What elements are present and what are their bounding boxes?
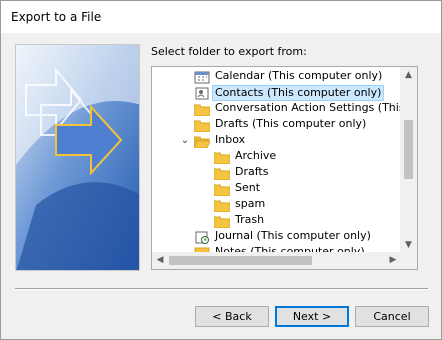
calendar-icon <box>194 71 210 84</box>
tree-row-archive[interactable]: Archive <box>152 149 401 165</box>
tree-label: Calendar (This computer only) <box>215 69 383 82</box>
export-dialog: Export to a File Select folder to export… <box>0 0 442 340</box>
folder-icon <box>214 216 230 228</box>
cancel-button[interactable]: Cancel <box>355 306 429 327</box>
back-button[interactable]: < Back <box>195 306 269 327</box>
scroll-down-icon[interactable]: ▼ <box>400 237 417 253</box>
scroll-right-icon[interactable]: ▶ <box>385 252 401 269</box>
tree-label: Inbox <box>215 133 246 146</box>
tree-label: Drafts <box>235 165 269 178</box>
vertical-scroll-thumb[interactable] <box>404 120 413 179</box>
tree-row-contacts[interactable]: Contacts (This computer only) <box>152 85 401 101</box>
tree-row-trash[interactable]: Trash <box>152 213 401 229</box>
tree-label: Drafts (This computer only) <box>215 117 367 130</box>
horizontal-scrollbar[interactable]: ◀ ▶ <box>152 252 401 269</box>
tree-row-spam[interactable]: spam <box>152 197 401 213</box>
folder-icon <box>214 200 230 212</box>
tree-row-sent[interactable]: Sent <box>152 181 401 197</box>
window-title: Export to a File <box>11 10 102 24</box>
tree-label: spam <box>235 197 266 210</box>
tree-label: Trash <box>235 213 265 226</box>
tree-label: Conversation Action Settings (This c <box>215 101 401 114</box>
folder-prompt: Select folder to export from: <box>151 45 307 58</box>
folder-icon <box>194 120 210 132</box>
next-button[interactable]: Next > <box>275 306 349 327</box>
scroll-left-icon[interactable]: ◀ <box>152 252 168 269</box>
folder-open-icon <box>194 136 210 148</box>
tree-row-calendar[interactable]: Calendar (This computer only) <box>152 69 401 85</box>
tree-label: Sent <box>235 181 261 194</box>
journal-icon <box>195 231 209 244</box>
footer-divider-highlight <box>15 289 428 290</box>
vertical-scrollbar[interactable]: ▲ ▼ <box>400 67 417 253</box>
contacts-icon <box>195 87 209 100</box>
folder-tree-rows: Calendar (This computer only) Contacts (… <box>152 67 401 253</box>
tree-label: Journal (This computer only) <box>215 229 371 242</box>
scroll-up-icon[interactable]: ▲ <box>400 67 417 83</box>
folder-icon <box>214 152 230 164</box>
tree-row-inbox-drafts[interactable]: Drafts <box>152 165 401 181</box>
wizard-side-image <box>15 44 140 271</box>
scrollbar-corner <box>400 252 417 269</box>
tree-row-conversation-action-settings[interactable]: Conversation Action Settings (This c <box>152 101 401 117</box>
tree-label: Archive <box>235 149 277 162</box>
folder-icon <box>214 168 230 180</box>
tree-row-journal[interactable]: Journal (This computer only) <box>152 229 401 245</box>
folder-tree[interactable]: Calendar (This computer only) Contacts (… <box>151 66 418 270</box>
chevron-down-icon[interactable]: ⌄ <box>180 133 190 149</box>
title-bar: Export to a File <box>1 1 441 33</box>
folder-icon <box>194 104 210 116</box>
tree-row-drafts[interactable]: Drafts (This computer only) <box>152 117 401 133</box>
tree-row-inbox[interactable]: ⌄ Inbox <box>152 133 401 149</box>
horizontal-scroll-thumb[interactable] <box>169 256 312 265</box>
folder-icon <box>214 184 230 196</box>
tree-label: Contacts (This computer only) <box>212 85 385 101</box>
